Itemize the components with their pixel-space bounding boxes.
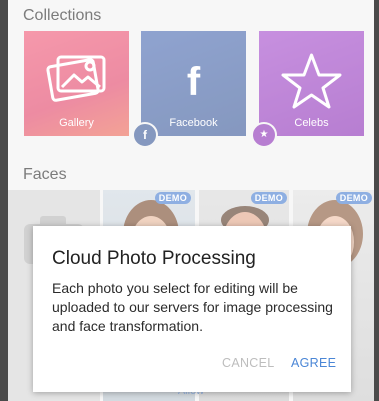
dialog-title: Cloud Photo Processing — [52, 248, 256, 269]
cancel-button[interactable]: CANCEL — [222, 356, 275, 370]
cloud-processing-dialog: Cloud Photo Processing Each photo you se… — [33, 226, 351, 392]
agree-button[interactable]: AGREE — [291, 356, 336, 370]
dialog-message: Each photo you select for editing will b… — [52, 280, 333, 334]
